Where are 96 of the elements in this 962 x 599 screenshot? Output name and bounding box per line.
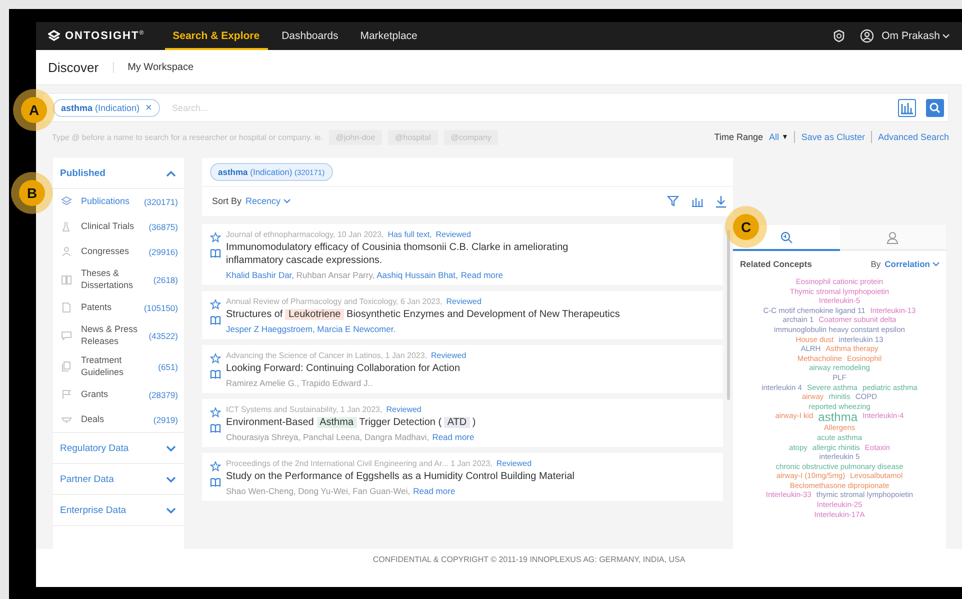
read-more-link[interactable]: Read more [460, 270, 503, 280]
result-title[interactable]: Looking Forward: Continuing Collaboration for Action [226, 362, 715, 375]
book-icon [210, 315, 221, 325]
sidebar-item[interactable]: Treatment Guidelines (651) [53, 351, 184, 382]
callout-tooltip: B [19, 180, 45, 206]
remove-chip-button[interactable]: × [146, 102, 152, 114]
search-chip[interactable]: asthma (Indication) × [53, 98, 160, 116]
user-icon[interactable] [860, 29, 874, 43]
sort-label: Sort By [212, 196, 242, 206]
chevron-down-icon [166, 476, 176, 482]
chat-icon [61, 330, 72, 341]
result-tag[interactable]: Reviewed [386, 405, 422, 414]
section-header[interactable]: Enterprise Data [53, 495, 184, 526]
chevron-down-icon [282, 198, 291, 204]
chevron-up-icon [166, 170, 176, 176]
filter-icon[interactable] [667, 195, 679, 208]
result-title[interactable]: Immunomodulatory efficacy of Cousinia thomsonii C.B. Clarke in ameliorating inflammatory cascade expressions. [226, 241, 715, 267]
author-list: Ramirez Amelie G., Trapido Edward J.. [226, 378, 372, 388]
book-icon [61, 274, 72, 285]
sidebar-item[interactable]: Deals (2919) [53, 407, 184, 432]
search-icon [780, 230, 793, 244]
book-icon [210, 477, 221, 487]
person-icon [61, 246, 72, 257]
star-icon[interactable] [210, 407, 221, 418]
read-more-link[interactable]: Read more [413, 486, 456, 496]
sort-dropdown[interactable]: Recency [246, 196, 291, 206]
section-header[interactable]: Partner Data [53, 464, 184, 495]
bar-chart-icon[interactable] [691, 195, 703, 208]
source-text: Annual Review of Pharmacology and Toxicology, 6 Jan 2023, [226, 297, 442, 306]
result-tag[interactable]: Reviewed [496, 459, 532, 468]
search-button[interactable] [926, 98, 944, 116]
source-text: Proceedings of the 2nd International Civil Engineering and Ar... 1 Jan 2023, [226, 459, 492, 468]
person-icon [886, 230, 900, 244]
documents-icon [61, 361, 72, 372]
logo-icon [48, 30, 60, 42]
result-tag[interactable]: Reviewed [431, 351, 466, 360]
source-text: Journal of ethnopharmacology, 10 Jan 2023, [226, 230, 384, 239]
result-title[interactable]: Study on the Performance of Eggshells as a Humidity Control Building Material [226, 470, 715, 483]
star-icon[interactable] [210, 461, 221, 472]
order-label: By [870, 259, 881, 269]
sidebar-item[interactable]: Congresses (29916) [53, 239, 184, 264]
logo-text: ONTOSIGHT$^{®}$ [65, 30, 145, 42]
star-icon[interactable] [210, 299, 221, 310]
sidebar-item[interactable]: Patents (105150) [53, 295, 184, 320]
nav-tab[interactable]: Search & Explore [164, 22, 268, 50]
result-title[interactable]: Environment-Based Asthma Trigger Detection ( ATD ) [226, 416, 715, 429]
document-icon [61, 302, 72, 313]
callout-tooltip: A [21, 97, 47, 123]
chevron-down-icon [942, 33, 950, 39]
chevron-down-icon [166, 506, 176, 514]
read-more-link[interactable]: Read more [432, 432, 474, 442]
book-icon [210, 369, 221, 379]
option-link[interactable]: Save as Cluster [801, 132, 865, 142]
search-hint: Type @ before a name to search for a researcher or hospital or company. ie. [52, 132, 323, 142]
author-list: Khalid Bashir Dar, Ruhban Ansar Parry, Aashiq Hussain Bhat, [226, 270, 458, 280]
author-list: Shao Wen-Cheng, Dong Yu-Wei, Fan Guan-Wei, [226, 486, 410, 496]
order-dropdown[interactable]: Correlation [884, 259, 940, 269]
star-icon[interactable] [210, 232, 221, 243]
support-badge-icon[interactable] [832, 29, 846, 43]
flag-icon [61, 389, 72, 400]
author-list: Jesper Z Haeggstroem, Marcia E Newcomer. [226, 324, 396, 334]
panel-title: Related Concepts [740, 259, 813, 269]
workspace-tab[interactable]: Discover [48, 60, 113, 74]
search-icon [929, 102, 941, 114]
section-header[interactable]: Published [53, 158, 184, 189]
sidebar-item[interactable]: Clinical Trials (36875) [53, 214, 184, 239]
download-icon[interactable] [715, 194, 727, 208]
sidebar-item[interactable]: Grants (28379) [53, 382, 184, 407]
source-text: ICT Systems and Sustainability, 1 Jan 2023, [226, 405, 382, 414]
result-tag[interactable]: Reviewed [436, 230, 471, 239]
layers-icon [61, 196, 72, 207]
section-header[interactable]: Regulatory Data [53, 433, 184, 464]
sidebar-item[interactable]: News & Press Releases (43522) [53, 320, 184, 351]
option-link[interactable]: Advanced Search [878, 132, 949, 142]
result-title[interactable]: Structures of Leukotriene Biosynthetic Enzymes and Development of New Therapeutics [226, 308, 715, 321]
sidebar-item[interactable]: Theses & Dissertations (2618) [53, 264, 184, 295]
chevron-down-icon [166, 444, 176, 452]
chevron-down-icon [932, 261, 940, 267]
bar-chart-icon [900, 100, 914, 114]
user-menu[interactable]: Om Prakash [882, 30, 950, 42]
time-range-label: Time Range [714, 132, 763, 142]
visualize-button[interactable] [898, 98, 916, 116]
source-text: Advancing the Science of Cancer in Latinos, 1 Jan 2023, [226, 351, 428, 360]
book-icon [210, 423, 221, 433]
nav-tab[interactable]: Marketplace [352, 22, 426, 50]
scrollbar[interactable] [727, 230, 730, 400]
workspace-tab[interactable]: My Workspace [112, 62, 208, 72]
author-list: Chourasiya Shreya, Panchal Leena, Dangra Madhavi, [226, 432, 430, 442]
result-tag[interactable]: Has full text, [388, 230, 432, 239]
sidebar-item[interactable]: Publications (320171) [53, 189, 184, 214]
concept-term[interactable]: asthma [818, 411, 858, 424]
book-icon [210, 248, 221, 258]
star-icon[interactable] [210, 353, 221, 364]
result-tag[interactable]: Reviewed [446, 297, 482, 306]
flask-icon [61, 221, 72, 232]
nav-tab[interactable]: Dashboards [274, 22, 346, 50]
